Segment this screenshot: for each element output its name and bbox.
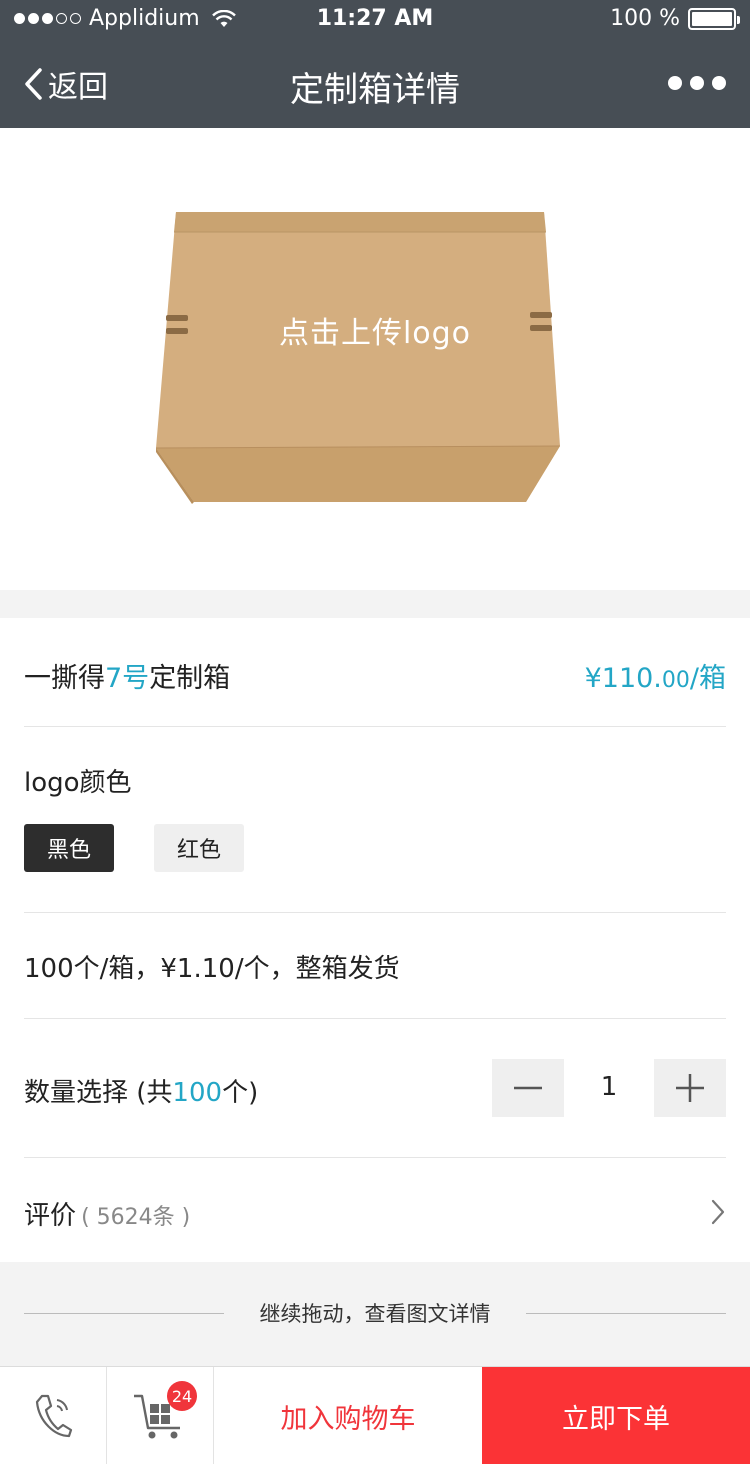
minus-icon [514, 1086, 542, 1090]
quantity-decrease-button[interactable] [492, 1059, 564, 1117]
cart-count-badge: 24 [167, 1381, 197, 1411]
section-gap [0, 590, 750, 618]
divider [24, 912, 726, 913]
add-to-cart-button[interactable]: 加入购物车 [214, 1367, 482, 1464]
color-option-red[interactable]: 红色 [154, 824, 244, 872]
quantity-increase-button[interactable] [654, 1059, 726, 1117]
logo-color-label: logo颜色 [24, 768, 132, 798]
phone-icon [35, 1394, 73, 1438]
plus-icon [676, 1074, 704, 1102]
continue-drag-section: 继续拖动，查看图文详情 [0, 1262, 750, 1366]
quantity-total: 100 [172, 1078, 223, 1108]
cart-button[interactable]: 24 [107, 1367, 213, 1464]
quantity-value[interactable]: 1 [564, 1072, 654, 1102]
chevron-right-icon[interactable] [710, 1198, 726, 1226]
battery-percent: 100 % [610, 6, 680, 31]
cardboard-box-image[interactable] [156, 212, 562, 504]
reviews-count: ( 5624条 ) [81, 1205, 191, 1230]
bottom-action-bar: 24 加入购物车 立即下单 [0, 1366, 750, 1464]
packaging-spec: 100个/箱，¥1.10/个，整箱发货 [24, 954, 400, 984]
product-name-prefix: 一撕得 [24, 663, 105, 694]
buy-now-button[interactable]: 立即下单 [482, 1367, 750, 1464]
divider [24, 1157, 726, 1158]
status-right: 100 % [610, 6, 740, 31]
product-image-area: 点击上传logo [0, 128, 750, 590]
status-bar: Applidium 11:27 AM 100 % [0, 0, 750, 40]
product-price: ¥110.00/箱 [585, 656, 726, 695]
price-cents: 00 [661, 668, 690, 693]
quantity-label-prefix: 数量选择 (共 [24, 1078, 173, 1108]
reviews-row[interactable]: 评价 ( 5624条 ) [24, 1195, 680, 1232]
price-unit: /箱 [689, 663, 726, 694]
divider [24, 726, 726, 727]
price-main: ¥110. [584, 663, 662, 694]
continue-divider-right [526, 1313, 726, 1314]
quantity-label-suffix: 个) [222, 1078, 259, 1108]
navigation-bar: 返回 定制箱详情 [0, 40, 750, 128]
reviews-label: 评价 [24, 1201, 77, 1231]
call-button[interactable] [0, 1367, 106, 1464]
color-option-black[interactable]: 黑色 [24, 824, 114, 872]
upload-logo-label[interactable]: 点击上传logo [0, 308, 750, 352]
divider [24, 1018, 726, 1019]
battery-icon [688, 7, 740, 30]
product-name-accent: 7号 [105, 663, 150, 694]
more-menu-icon[interactable] [668, 76, 726, 90]
product-name-suffix: 定制箱 [149, 663, 231, 694]
page-title: 定制箱详情 [290, 70, 460, 110]
